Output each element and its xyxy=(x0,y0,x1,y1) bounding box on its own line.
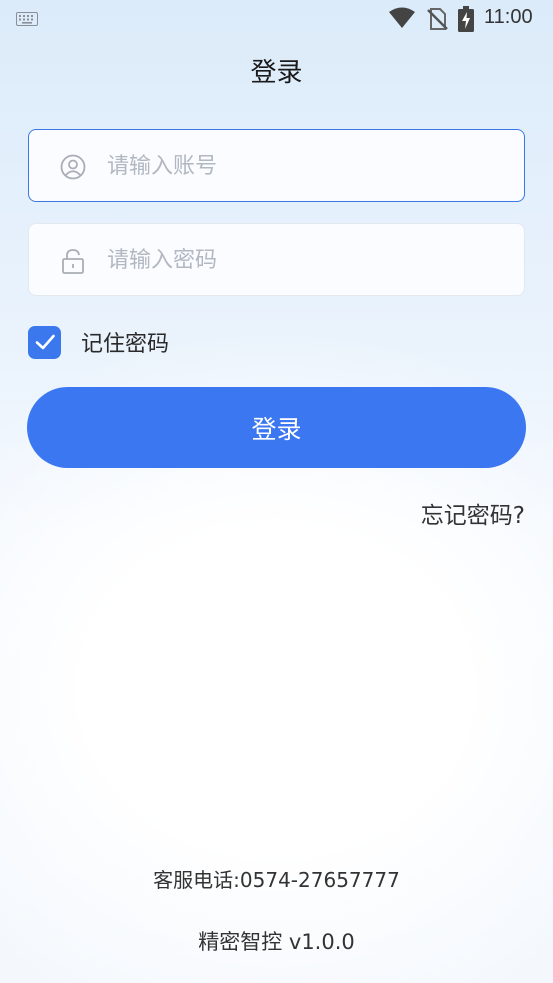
username-input[interactable] xyxy=(105,130,509,203)
app-version: 精密智控 v1.0.0 xyxy=(198,930,355,954)
wifi-icon xyxy=(389,7,415,28)
service-phone: 客服电话:0574-27657777 xyxy=(153,868,400,892)
login-button[interactable]: 登录 xyxy=(27,387,526,468)
password-field[interactable] xyxy=(28,223,525,297)
username-field[interactable] xyxy=(28,129,525,203)
remember-label: 记住密码 xyxy=(81,332,170,357)
page-title: 登录 xyxy=(250,58,303,88)
status-time: 11:00 xyxy=(484,6,533,28)
keyboard-icon xyxy=(16,12,38,26)
no-sim-icon xyxy=(427,8,448,30)
user-icon xyxy=(60,154,86,180)
unlock-icon xyxy=(62,249,84,274)
status-bar: 11:00 xyxy=(0,0,553,38)
password-input[interactable] xyxy=(105,224,509,297)
remember-password[interactable]: 记住密码 xyxy=(28,325,169,359)
forgot-password-link[interactable]: 忘记密码? xyxy=(421,496,525,530)
checkmark-icon xyxy=(35,334,55,350)
battery-charging-icon xyxy=(458,6,474,32)
remember-checkbox[interactable] xyxy=(28,325,61,359)
